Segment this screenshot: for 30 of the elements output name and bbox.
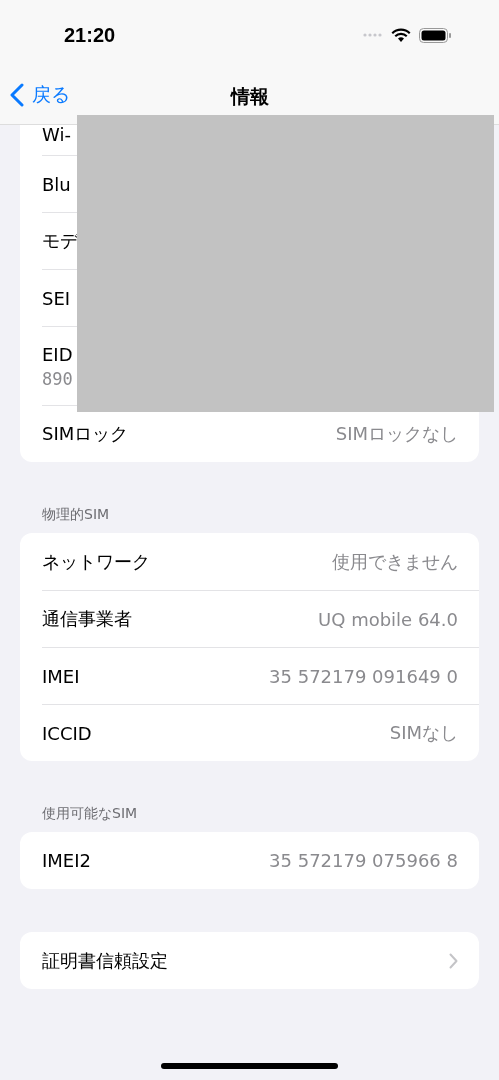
battery-icon bbox=[419, 27, 451, 43]
row-subvalue: 890 bbox=[42, 368, 73, 389]
back-button[interactable]: 戻る bbox=[10, 82, 70, 108]
row-value: SIMなし bbox=[389, 721, 458, 745]
wifi-icon bbox=[391, 27, 411, 43]
nav-title: 情報 bbox=[230, 84, 269, 109]
signal-icon bbox=[363, 33, 383, 37]
row-value: 35 572179 075966 8 bbox=[269, 850, 458, 871]
row-label: SEI bbox=[42, 287, 71, 309]
row-label: SIMロック bbox=[42, 422, 129, 446]
row-label[interactable]: 証明書信頼設定 bbox=[42, 948, 168, 973]
chevron-right-icon bbox=[449, 952, 458, 969]
back-label: 戻る bbox=[32, 82, 70, 107]
row-value: 使用できません bbox=[332, 549, 458, 574]
row-label: EID bbox=[42, 343, 73, 365]
section-header: 物理的SIM bbox=[41, 506, 111, 524]
chevron-left-icon bbox=[10, 83, 24, 107]
row-label: 通信事業者 bbox=[42, 607, 132, 631]
row-label: モデ bbox=[42, 229, 78, 253]
row-value: UQ mobile 64.0 bbox=[318, 608, 458, 630]
row-value: SIMロックなし bbox=[335, 422, 458, 446]
row-label: ネットワーク bbox=[42, 549, 150, 574]
status-time: 21:20 bbox=[64, 23, 116, 47]
row-label: Wi- bbox=[42, 125, 71, 145]
row-label: IMEI bbox=[42, 665, 80, 687]
row-label: IMEI2 bbox=[42, 850, 91, 871]
row-value: 35 572179 091649 0 bbox=[269, 665, 458, 687]
row-label: Blu bbox=[42, 173, 71, 195]
row-label: ICCID bbox=[42, 722, 92, 744]
section-header: 使用可能なSIM bbox=[41, 805, 139, 823]
